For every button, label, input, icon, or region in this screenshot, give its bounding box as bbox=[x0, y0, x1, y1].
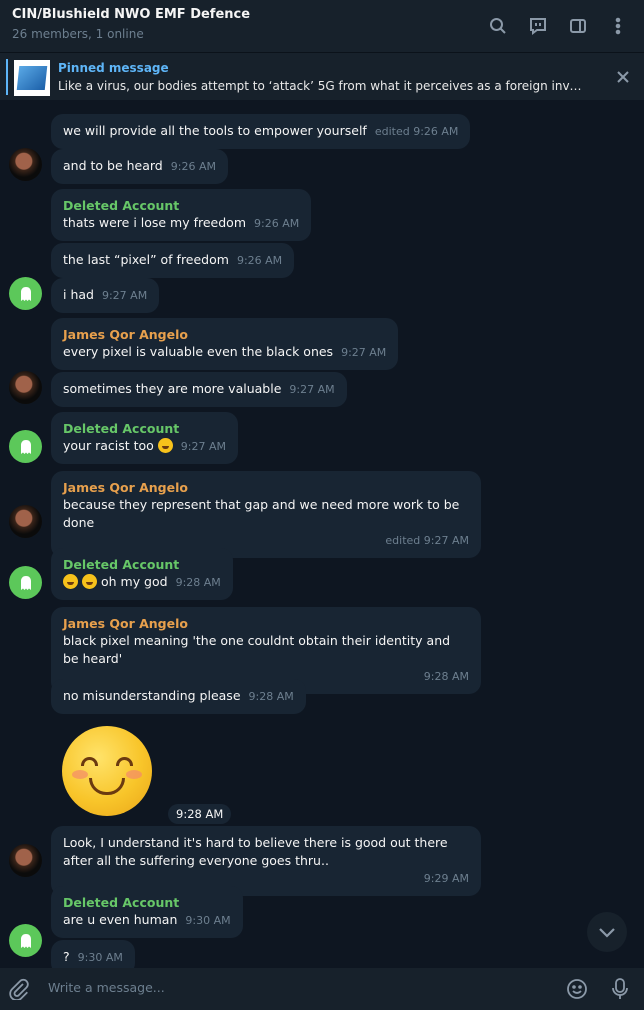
ghost-icon bbox=[20, 933, 31, 948]
message-text: black pixel meaning 'the one couldnt obt… bbox=[63, 633, 451, 666]
message-time: edited 9:26 AM bbox=[374, 125, 459, 138]
message-input[interactable] bbox=[48, 980, 528, 995]
pinned-title: Pinned message bbox=[58, 61, 169, 75]
message-bubble[interactable]: the last “pixel” of freedom 9:26 AM bbox=[51, 243, 295, 278]
message-time: 9:30 AM bbox=[185, 914, 231, 927]
sticker-time: 9:28 AM bbox=[168, 804, 232, 824]
rofl-emoji-icon bbox=[63, 574, 78, 589]
message-time: 9:27 AM bbox=[341, 346, 387, 359]
pinned-text: Like a virus, our bodies attempt to ‘att… bbox=[58, 79, 588, 93]
message-bubble[interactable]: Deleted Account oh my god 9:28 AM bbox=[51, 548, 233, 600]
message-time: 9:27 AM bbox=[101, 289, 148, 302]
avatar[interactable] bbox=[9, 566, 42, 599]
message-text: i had bbox=[63, 287, 94, 302]
avatar[interactable] bbox=[9, 844, 42, 877]
message-bubble[interactable]: no misunderstanding please 9:28 AM bbox=[51, 679, 306, 714]
message-bubble[interactable]: sometimes they are more valuable 9:27 AM bbox=[51, 372, 347, 407]
avatar[interactable] bbox=[9, 924, 42, 957]
message-text: every pixel is valuable even the black o… bbox=[63, 344, 334, 359]
message-time: 9:28 AM bbox=[175, 576, 221, 589]
more-vertical-icon[interactable] bbox=[600, 10, 636, 42]
header-actions bbox=[480, 10, 636, 42]
message-text: and to be heard bbox=[63, 158, 163, 173]
message-time: 9:26 AM bbox=[236, 254, 283, 267]
message-bubble[interactable]: James Qor Angelo because they represent … bbox=[51, 471, 481, 558]
avatar[interactable] bbox=[9, 430, 42, 463]
message-text: the last “pixel” of freedom bbox=[63, 252, 229, 267]
message-composer bbox=[0, 968, 644, 1010]
chat-header[interactable]: CIN/Blushield NWO EMF Defence 26 members… bbox=[0, 0, 644, 52]
avatar[interactable] bbox=[9, 505, 42, 538]
message-bubble[interactable]: Deleted Account your racist too 9:27 AM bbox=[51, 412, 239, 464]
message-text: thats were i lose my freedom bbox=[63, 215, 247, 230]
message-bubble[interactable]: and to be heard 9:26 AM bbox=[51, 149, 228, 184]
sender-name[interactable]: James Qor Angelo bbox=[63, 615, 469, 632]
sender-name[interactable]: Deleted Account bbox=[63, 556, 221, 573]
message-bubble[interactable]: Deleted Account thats were i lose my fre… bbox=[51, 189, 312, 241]
message-bubble[interactable]: Deleted Account are u even human 9:30 AM bbox=[51, 886, 243, 938]
message-text: sometimes they are more valuable bbox=[63, 381, 282, 396]
message-time: 9:27 AM bbox=[180, 440, 227, 453]
avatar[interactable] bbox=[9, 277, 42, 310]
message-bubble[interactable]: we will provide all the tools to empower… bbox=[51, 114, 471, 149]
pinned-indicator bbox=[6, 59, 8, 95]
message-text: are u even human bbox=[63, 912, 178, 927]
avatar[interactable] bbox=[9, 371, 42, 404]
sender-name[interactable]: Deleted Account bbox=[63, 420, 226, 437]
message-time: 9:26 AM bbox=[254, 217, 300, 230]
ghost-icon bbox=[20, 439, 31, 454]
message-time: 9:30 AM bbox=[77, 951, 123, 964]
message-text: because they represent that gap and we n… bbox=[63, 497, 460, 530]
scroll-down-button[interactable] bbox=[587, 912, 627, 952]
ghost-icon bbox=[20, 575, 31, 590]
pinned-message-bar[interactable]: Pinned message Like a virus, our bodies … bbox=[0, 52, 644, 100]
sender-name[interactable]: James Qor Angelo bbox=[63, 326, 386, 343]
emoji-icon[interactable] bbox=[566, 978, 588, 1004]
sidebar-icon[interactable] bbox=[560, 10, 596, 42]
smiling-face-emoji-icon[interactable] bbox=[62, 726, 152, 816]
avatar[interactable] bbox=[9, 148, 42, 181]
sender-name[interactable]: James Qor Angelo bbox=[63, 479, 469, 496]
grinning-sweat-emoji-icon bbox=[81, 574, 97, 589]
message-text: Look, I understand it's hard to believe … bbox=[63, 835, 448, 868]
search-icon[interactable] bbox=[480, 10, 516, 42]
message-bubble[interactable]: i had 9:27 AM bbox=[51, 278, 160, 313]
message-text: ? bbox=[63, 949, 70, 964]
paperclip-icon[interactable] bbox=[8, 978, 30, 1004]
message-list[interactable]: we will provide all the tools to empower… bbox=[0, 100, 644, 968]
message-time: 9:28 AM bbox=[248, 690, 294, 703]
message-time: 9:26 AM bbox=[170, 160, 216, 173]
message-text: your racist too bbox=[63, 438, 154, 453]
message-time: 9:27 AM bbox=[289, 383, 335, 396]
rofl-emoji-icon bbox=[157, 438, 173, 453]
message-text: no misunderstanding please bbox=[63, 688, 241, 703]
microphone-icon[interactable] bbox=[610, 977, 630, 1005]
message-text: oh my god bbox=[100, 574, 168, 589]
sender-name[interactable]: Deleted Account bbox=[63, 894, 231, 911]
chat-bubble-icon[interactable] bbox=[520, 10, 556, 42]
pinned-thumbnail bbox=[14, 60, 50, 96]
message-bubble[interactable]: James Qor Angelo every pixel is valuable… bbox=[51, 318, 399, 370]
message-bubble[interactable]: ? 9:30 AM bbox=[51, 940, 135, 968]
close-icon[interactable] bbox=[616, 69, 630, 88]
chevron-down-icon bbox=[599, 928, 615, 938]
ghost-icon bbox=[20, 286, 31, 301]
sender-name[interactable]: Deleted Account bbox=[63, 197, 299, 214]
message-text: we will provide all the tools to empower… bbox=[63, 123, 367, 138]
